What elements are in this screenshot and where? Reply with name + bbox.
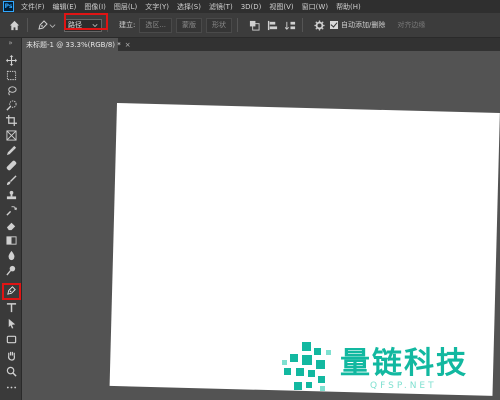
rectangular-marquee-icon <box>6 70 16 80</box>
chevron-down-icon <box>49 23 56 28</box>
lasso-icon <box>7 85 17 95</box>
crop-tool[interactable] <box>3 113 19 127</box>
settings-button[interactable] <box>313 19 326 32</box>
path-operations-button[interactable] <box>248 19 261 32</box>
watermark-title: 量链科技 <box>340 346 468 381</box>
pen-mode-select[interactable]: 路径 <box>64 18 102 32</box>
type-tool[interactable] <box>3 300 19 314</box>
eyedropper-icon <box>6 145 16 155</box>
frame-icon <box>5 129 17 141</box>
separator <box>27 18 28 32</box>
chevron-down-icon <box>92 23 98 28</box>
tool-preset-picker[interactable] <box>37 19 56 31</box>
type-icon <box>6 302 16 312</box>
separator <box>107 18 108 32</box>
tools-panel: » <box>0 38 22 400</box>
menu-type[interactable]: 文字(Y) <box>141 2 173 12</box>
stamp-icon <box>6 190 16 199</box>
eraser-icon <box>6 222 15 230</box>
separator <box>237 18 239 32</box>
water-drop-icon <box>8 250 14 260</box>
lasso-tool[interactable] <box>3 83 19 97</box>
home-icon <box>9 20 19 30</box>
hand-tool[interactable] <box>3 348 19 362</box>
move-icon <box>5 54 17 66</box>
dodge-icon <box>5 265 15 276</box>
menu-filter[interactable]: 滤镜(T) <box>205 2 237 12</box>
path-alignment-button[interactable] <box>266 19 279 32</box>
build-label: 建立: <box>119 21 136 29</box>
brush-icon <box>6 174 17 185</box>
crop-icon <box>5 114 17 126</box>
path-arrangement-button[interactable] <box>284 19 297 32</box>
pen-tool-highlight <box>2 283 21 300</box>
selection-button[interactable]: 选区... <box>139 17 173 33</box>
path-selection-tool[interactable] <box>3 316 19 330</box>
rectangle-tool[interactable] <box>3 332 19 346</box>
zoom-tool[interactable] <box>3 364 19 378</box>
menu-help[interactable]: 帮助(H) <box>332 2 365 12</box>
menu-view[interactable]: 视图(V) <box>265 2 297 12</box>
watermark-subtitle: QFSP.NET <box>370 381 437 391</box>
options-bar: 路径 建立: 选区... 蒙版 形状 自动添加/删除 对齐边缘 <box>0 13 500 38</box>
gear-icon <box>314 19 325 31</box>
menu-select[interactable]: 选择(S) <box>173 2 205 12</box>
collapse-panel-icon[interactable]: » <box>0 38 21 48</box>
align-edges-label: 对齐边缘 <box>397 21 426 29</box>
auto-add-delete-label: 自动添加/删除 <box>341 21 386 29</box>
quick-select-tool[interactable] <box>3 98 19 112</box>
hand-icon <box>7 351 15 361</box>
shape-button[interactable]: 形状 <box>206 17 233 33</box>
document-tab[interactable]: 未标题-1 @ 33.3%(RGB/8) * × <box>22 38 131 51</box>
history-brush-tool[interactable] <box>3 203 19 217</box>
rectangle-icon <box>6 335 16 343</box>
eyedropper-tool[interactable] <box>3 143 19 157</box>
pen-icon <box>38 20 48 30</box>
path-arrangement-icon <box>285 21 296 30</box>
menu-3d[interactable]: 3D(D) <box>237 3 266 11</box>
eraser-tool[interactable] <box>3 218 19 232</box>
menu-bar: Ps 文件(F) 编辑(E) 图像(I) 图层(L) 文字(Y) 选择(S) 滤… <box>0 0 500 13</box>
menu-edit[interactable]: 编辑(E) <box>49 2 81 12</box>
mask-button[interactable]: 蒙版 <box>176 17 203 33</box>
path-operations-icon <box>249 20 260 31</box>
quick-selection-icon <box>5 99 17 111</box>
separator <box>302 18 304 32</box>
document-tab-title: 未标题-1 @ 33.3%(RGB/8) * <box>26 40 121 49</box>
menu-file[interactable]: 文件(F) <box>17 2 49 12</box>
menu-image[interactable]: 图像(I) <box>80 2 110 12</box>
magnifier-icon <box>6 366 17 377</box>
brush-tool[interactable] <box>3 173 19 187</box>
close-icon[interactable]: × <box>125 41 131 49</box>
photoshop-logo[interactable]: Ps <box>3 1 14 12</box>
arrow-cursor-icon <box>8 318 15 329</box>
path-alignment-icon <box>267 20 278 30</box>
move-tool[interactable] <box>3 53 19 67</box>
menu-window[interactable]: 窗口(W) <box>298 2 332 12</box>
marquee-tool[interactable] <box>3 68 19 82</box>
home-button[interactable] <box>6 17 22 33</box>
blur-tool[interactable] <box>3 248 19 262</box>
frame-tool[interactable] <box>3 128 19 142</box>
menu-layer[interactable]: 图层(L) <box>110 2 141 12</box>
gradient-icon <box>5 235 17 245</box>
ellipsis-icon <box>6 386 16 388</box>
auto-add-delete-checkbox[interactable] <box>330 21 339 29</box>
healing-brush-tool[interactable] <box>3 158 19 172</box>
history-brush-icon <box>5 205 17 216</box>
pen-mode-value: 路径 <box>68 21 82 29</box>
document-tab-strip: 未标题-1 @ 33.3%(RGB/8) * × <box>22 38 500 51</box>
more-tools[interactable] <box>3 380 19 394</box>
gradient-tool[interactable] <box>3 233 19 247</box>
dodge-tool[interactable] <box>3 263 19 277</box>
clone-stamp-tool[interactable] <box>3 188 19 202</box>
bandage-icon <box>6 160 16 170</box>
